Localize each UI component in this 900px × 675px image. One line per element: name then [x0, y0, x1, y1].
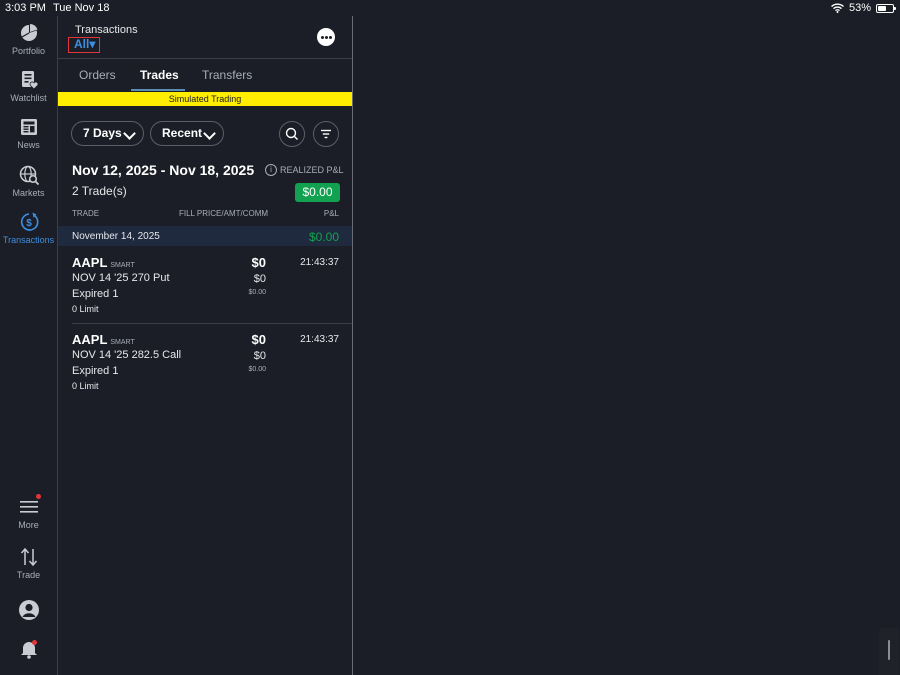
trade-description: NOV 14 '25 282.5 Call [72, 349, 182, 361]
status-right: 53% [831, 2, 896, 14]
trade-exchange: SMART [110, 262, 135, 269]
battery-percent: 53% [848, 2, 871, 14]
trade-symbol-line: AAPL SMART [72, 255, 135, 270]
filter-icon [321, 129, 331, 139]
globe-search-icon [19, 165, 39, 186]
status-time: 3:03 PM [5, 2, 46, 14]
watchlist-icon [21, 71, 38, 90]
trade-order: 0 Limit [72, 304, 99, 314]
realized-pnl-badge: $0.00 [295, 183, 340, 202]
date-range: Nov 12, 2025 - Nov 18, 2025 [72, 162, 255, 178]
tab-orders[interactable]: Orders [79, 68, 116, 82]
trade-description: NOV 14 '25 270 Put [72, 272, 170, 284]
simulated-trading-banner: Simulated Trading [58, 92, 352, 106]
chevron-down-icon [123, 127, 136, 140]
trade-symbol: AAPL [72, 332, 108, 347]
handle-grip [888, 640, 890, 660]
trade-row[interactable]: AAPL SMART NOV 14 '25 270 Put Expired 1 0… [58, 247, 352, 323]
sidebar-item-label: Markets [12, 188, 45, 198]
search-button[interactable] [279, 121, 305, 147]
alert-dot [32, 640, 37, 645]
tab-transfers[interactable]: Transfers [202, 68, 252, 82]
period-label: 7 Days [83, 126, 122, 140]
notification-dot [36, 494, 41, 499]
sidebar-item-label: Trade [16, 570, 41, 580]
dollar-cycle-icon: $ [20, 212, 38, 231]
sidebar-item-portfolio[interactable]: Portfolio [0, 22, 57, 56]
status-bar: 3:03 PM Tue Nov 18 53% [0, 0, 900, 16]
sidebar-item-trade[interactable]: Trade [0, 546, 57, 580]
sidebar: Portfolio Watchlist News Markets $ Trans… [0, 16, 58, 675]
trade-symbol: AAPL [72, 255, 108, 270]
sidebar-item-alerts[interactable] [0, 638, 57, 662]
group-date: November 14, 2025 [72, 231, 160, 242]
window-resize-handle[interactable] [879, 628, 899, 675]
dot-icon [321, 36, 324, 39]
trade-symbol-line: AAPL SMART [72, 332, 135, 347]
page-title: Transactions [75, 24, 138, 36]
sidebar-item-more[interactable]: More [0, 496, 57, 530]
trade-status: Expired 1 [72, 288, 119, 300]
sort-dropdown[interactable]: Recent [150, 121, 224, 146]
trade-time: 21:43:37 [300, 334, 339, 345]
detail-pane [353, 16, 900, 675]
column-header-trade: TRADE [72, 209, 100, 218]
sidebar-item-profile[interactable] [0, 599, 57, 623]
menu-icon [19, 501, 38, 513]
dot-icon [325, 36, 328, 39]
user-avatar-icon [18, 600, 39, 620]
sort-label: Recent [162, 126, 203, 140]
sidebar-item-watchlist[interactable]: Watchlist [0, 69, 57, 103]
newspaper-icon [20, 119, 37, 135]
trade-commission: $0.00 [248, 366, 266, 373]
trade-status: Expired 1 [72, 365, 119, 377]
sidebar-item-label: More [18, 520, 39, 530]
column-header-pnl: P&L [323, 209, 339, 218]
realized-pnl-label: REALIZED P&L [280, 165, 344, 175]
sidebar-item-label: Watchlist [10, 93, 47, 103]
trade-amount: $0 [253, 350, 266, 362]
dot-icon [329, 36, 332, 39]
chevron-down-icon [203, 127, 216, 140]
trade-row[interactable]: AAPL SMART NOV 14 '25 282.5 Call Expired … [58, 324, 352, 400]
header-divider [58, 58, 352, 59]
trade-time: 21:43:37 [300, 257, 339, 268]
pie-chart-icon [20, 24, 37, 41]
trade-exchange: SMART [110, 339, 135, 346]
sidebar-item-news[interactable]: News [0, 116, 57, 150]
svg-text:$: $ [26, 218, 32, 229]
trade-order: 0 Limit [72, 381, 99, 391]
trade-commission: $0.00 [248, 289, 266, 296]
search-icon [285, 127, 298, 140]
column-header-fill: FILL PRICE/AMT/COMM [179, 209, 269, 218]
trade-amount: $0 [253, 273, 266, 285]
trade-count: 2 Trade(s) [72, 184, 127, 198]
up-down-arrows-icon [20, 547, 37, 567]
info-icon[interactable]: i [265, 164, 277, 176]
battery-icon [876, 3, 896, 13]
trade-fill-price: $0 [251, 255, 266, 270]
more-options-button[interactable] [317, 28, 335, 46]
period-dropdown[interactable]: 7 Days [71, 121, 144, 146]
sidebar-item-label: Portfolio [11, 46, 46, 56]
trade-fill-price: $0 [251, 332, 266, 347]
filter-button[interactable] [313, 121, 339, 147]
group-total: $0.00 [308, 230, 339, 244]
sidebar-item-label: News [17, 140, 40, 150]
sidebar-item-label: Transactions [2, 235, 55, 245]
status-date: Tue Nov 18 [53, 2, 110, 14]
sidebar-item-transactions[interactable]: $ Transactions [0, 211, 57, 245]
account-filter-dropdown[interactable]: All▾ [68, 37, 100, 53]
date-group-header: November 14, 2025 $0.00 [58, 226, 352, 246]
sidebar-item-markets[interactable]: Markets [0, 164, 57, 198]
active-tab-indicator [131, 89, 185, 91]
tab-trades[interactable]: Trades [140, 68, 179, 82]
wifi-icon [831, 3, 844, 13]
transactions-panel: Transactions All▾ Orders Trades Transfer… [58, 16, 353, 675]
